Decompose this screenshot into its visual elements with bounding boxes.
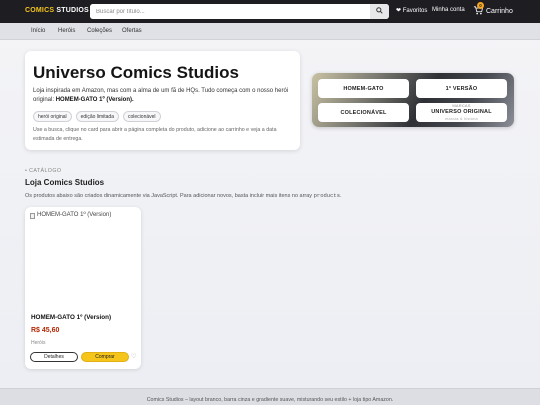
broken-image-icon xyxy=(30,212,35,219)
cart-count-badge: 0 xyxy=(477,2,484,9)
feature-button-sub-label: marcas & história xyxy=(445,116,478,121)
feature-panel: HOMEM-GATO 1ª VERSÃO COLECIONÁVEL MARCAS… xyxy=(312,73,514,127)
feature-button-universo-original[interactable]: MARCAS UNIVERSO ORIGINAL marcas & histór… xyxy=(416,103,507,122)
search-icon xyxy=(376,7,383,16)
catalog-subtitle-code: products xyxy=(313,192,340,199)
cart-icon: 0 xyxy=(473,2,484,17)
catalog-subtitle-text: Os produtos abaixo são criados dinamicam… xyxy=(25,193,313,199)
nav-item-herois[interactable]: Heróis xyxy=(58,28,75,34)
tag-edicao-limitada: edição limitada xyxy=(75,111,119,122)
product-price: R$ 45,60 xyxy=(31,327,60,334)
heart-icon[interactable]: ♡ xyxy=(131,353,136,360)
feature-button-primeira-versao[interactable]: 1ª VERSÃO xyxy=(416,79,507,98)
favorites-link[interactable]: ❤ Favoritos xyxy=(396,7,427,14)
product-image[interactable]: HOMEM-GATO 1º (Version) xyxy=(30,212,136,312)
nav-item-colecoes[interactable]: Coleções xyxy=(87,28,112,34)
product-category: Heróis xyxy=(31,340,46,346)
product-image-alt: HOMEM-GATO 1º (Version) xyxy=(37,212,112,218)
hero-card: Universo Comics Studios Loja inspirada e… xyxy=(25,51,300,150)
hero-description: Loja inspirada em Amazon, mas com a alma… xyxy=(33,87,295,105)
logo-text-part2: STUDIOS xyxy=(56,7,89,14)
feature-button-homem-gato[interactable]: HOMEM-GATO xyxy=(318,79,409,98)
product-card[interactable]: HOMEM-GATO 1º (Version) HOMEM-GATO 1º (V… xyxy=(25,207,141,369)
cart-button[interactable]: 0 Carrinho xyxy=(473,2,513,19)
footer: Comics Studios – layout branco, barra ci… xyxy=(0,388,540,405)
catalog-title: Loja Comics Studios xyxy=(25,178,105,187)
account-link[interactable]: Minha conta xyxy=(432,7,465,13)
tag-colecionavel: colecionável xyxy=(123,111,161,122)
tag-heroi-original: herói original xyxy=(33,111,72,122)
footer-text: Comics Studios – layout branco, barra ci… xyxy=(146,397,394,403)
hero-highlight: HOMEM-GATO 1º (Version). xyxy=(55,97,134,103)
feature-button-colecionavel[interactable]: COLECIONÁVEL xyxy=(318,103,409,122)
hero-tags: herói original edição limitada colecioná… xyxy=(33,111,161,122)
cart-label: Carrinho xyxy=(486,8,513,15)
catalog-eyebrow: • CATÁLOGO xyxy=(25,168,62,174)
nav-item-ofertas[interactable]: Ofertas xyxy=(122,28,142,34)
nav-item-inicio[interactable]: Início xyxy=(31,28,45,34)
hero-hint: Use a busca, clique no card para abrir a… xyxy=(33,127,277,142)
details-button[interactable]: Detalhes xyxy=(30,352,78,362)
product-name[interactable]: HOMEM-GATO 1º (Version) xyxy=(31,314,111,321)
top-header: COMICS STUDIOS ❤ Favoritos Minha conta 0… xyxy=(0,0,540,23)
category-nav: Início Heróis Coleções Ofertas xyxy=(0,23,540,40)
search-bar xyxy=(90,4,389,19)
catalog-subtitle: Os produtos abaixo são criados dinamicam… xyxy=(25,192,342,199)
search-button[interactable] xyxy=(370,4,389,19)
search-input[interactable] xyxy=(90,4,370,19)
catalog-subtitle-suffix: . xyxy=(340,193,342,199)
hero-title: Universo Comics Studios xyxy=(33,63,239,82)
store-logo[interactable]: COMICS STUDIOS xyxy=(25,7,89,14)
buy-button[interactable]: Comprar xyxy=(81,352,129,362)
logo-text-part1: COMICS xyxy=(25,7,55,14)
